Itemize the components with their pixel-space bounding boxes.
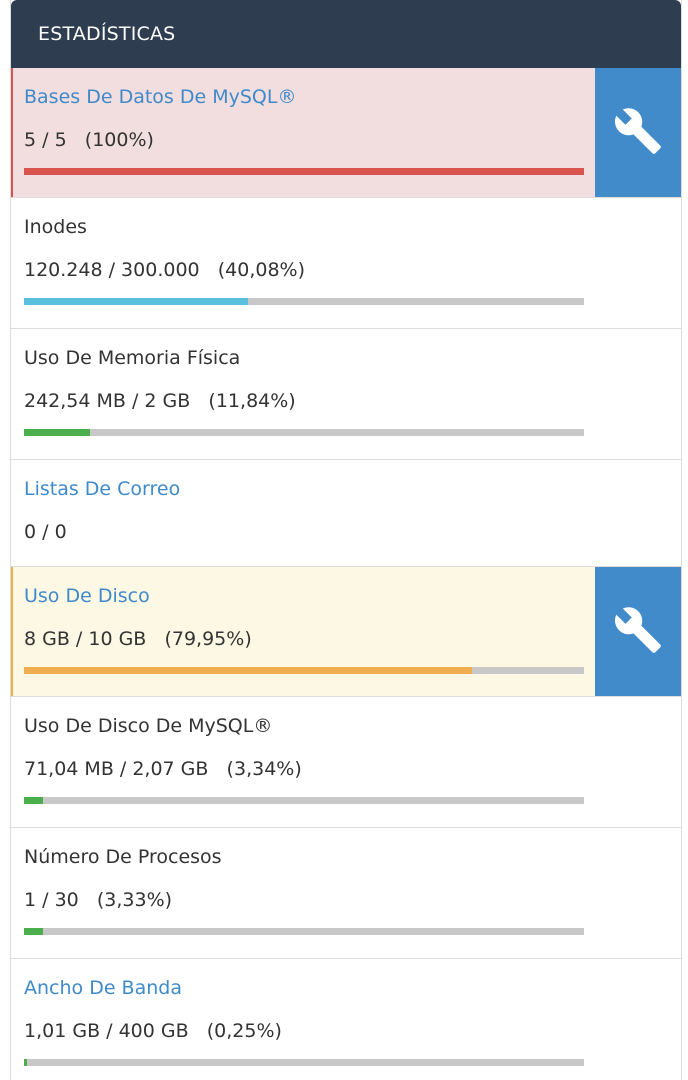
- progress-bar: [24, 667, 584, 674]
- stat-label[interactable]: Uso De Disco: [24, 585, 150, 607]
- progress-fill: [24, 1059, 27, 1066]
- stat-label[interactable]: Bases De Datos De MySQL®: [24, 86, 296, 108]
- progress-bar: [24, 168, 584, 175]
- wrench-icon: [613, 605, 663, 659]
- stat-label: Inodes: [24, 216, 87, 238]
- stat-value: 1,01 GB / 400 GB (0,25%): [24, 1020, 282, 1042]
- stat-row: Inodes 120.248 / 300.000 (40,08%): [11, 198, 681, 329]
- statistics-panel: ESTADÍSTICAS Bases De Datos De MySQL® 5 /…: [10, 0, 682, 1080]
- stat-row: Número De Procesos 1 / 30 (3,33%): [11, 828, 681, 959]
- progress-bar: [24, 429, 584, 436]
- stat-row: Uso De Disco De MySQL® 71,04 MB / 2,07 GB…: [11, 697, 681, 828]
- stat-value: 242,54 MB / 2 GB (11,84%): [24, 390, 296, 412]
- progress-bar: [24, 1059, 584, 1066]
- progress-bar: [24, 797, 584, 804]
- stat-label[interactable]: Listas De Correo: [24, 478, 180, 500]
- stat-value: 1 / 30 (3,33%): [24, 889, 173, 911]
- stat-label: Uso De Disco De MySQL®: [24, 715, 273, 737]
- stat-label: Número De Procesos: [24, 846, 222, 868]
- stat-label[interactable]: Ancho De Banda: [24, 977, 182, 999]
- stat-value: 120.248 / 300.000 (40,08%): [24, 259, 306, 281]
- stat-label: Uso De Memoria Física: [24, 347, 241, 369]
- panel-header: ESTADÍSTICAS: [11, 0, 681, 68]
- wrench-icon: [613, 106, 663, 160]
- panel-title: ESTADÍSTICAS: [38, 23, 176, 45]
- progress-fill: [24, 797, 43, 804]
- progress-fill: [24, 667, 472, 674]
- progress-fill: [24, 298, 249, 305]
- stat-row: Uso De Disco 8 GB / 10 GB (79,95%): [11, 567, 681, 697]
- stat-value: 0 / 0: [24, 521, 67, 543]
- stat-row: Listas De Correo 0 / 0: [11, 460, 681, 567]
- progress-bar: [24, 298, 584, 305]
- stat-row: Bases De Datos De MySQL® 5 / 5 (100%): [11, 68, 681, 198]
- stats-list: Bases De Datos De MySQL® 5 / 5 (100%) Inod…: [11, 68, 681, 1080]
- progress-fill: [24, 928, 43, 935]
- stat-value: 71,04 MB / 2,07 GB (3,34%): [24, 758, 302, 780]
- manage-button[interactable]: [595, 567, 681, 696]
- progress-bar: [24, 928, 584, 935]
- stat-row: Uso De Memoria Física 242,54 MB / 2 GB (1…: [11, 329, 681, 460]
- manage-button[interactable]: [595, 68, 681, 197]
- progress-fill: [24, 429, 91, 436]
- stat-row: Ancho De Banda 1,01 GB / 400 GB (0,25%): [11, 959, 681, 1080]
- stat-value: 8 GB / 10 GB (79,95%): [24, 628, 252, 650]
- stat-value: 5 / 5 (100%): [24, 129, 154, 151]
- progress-fill: [24, 168, 584, 175]
